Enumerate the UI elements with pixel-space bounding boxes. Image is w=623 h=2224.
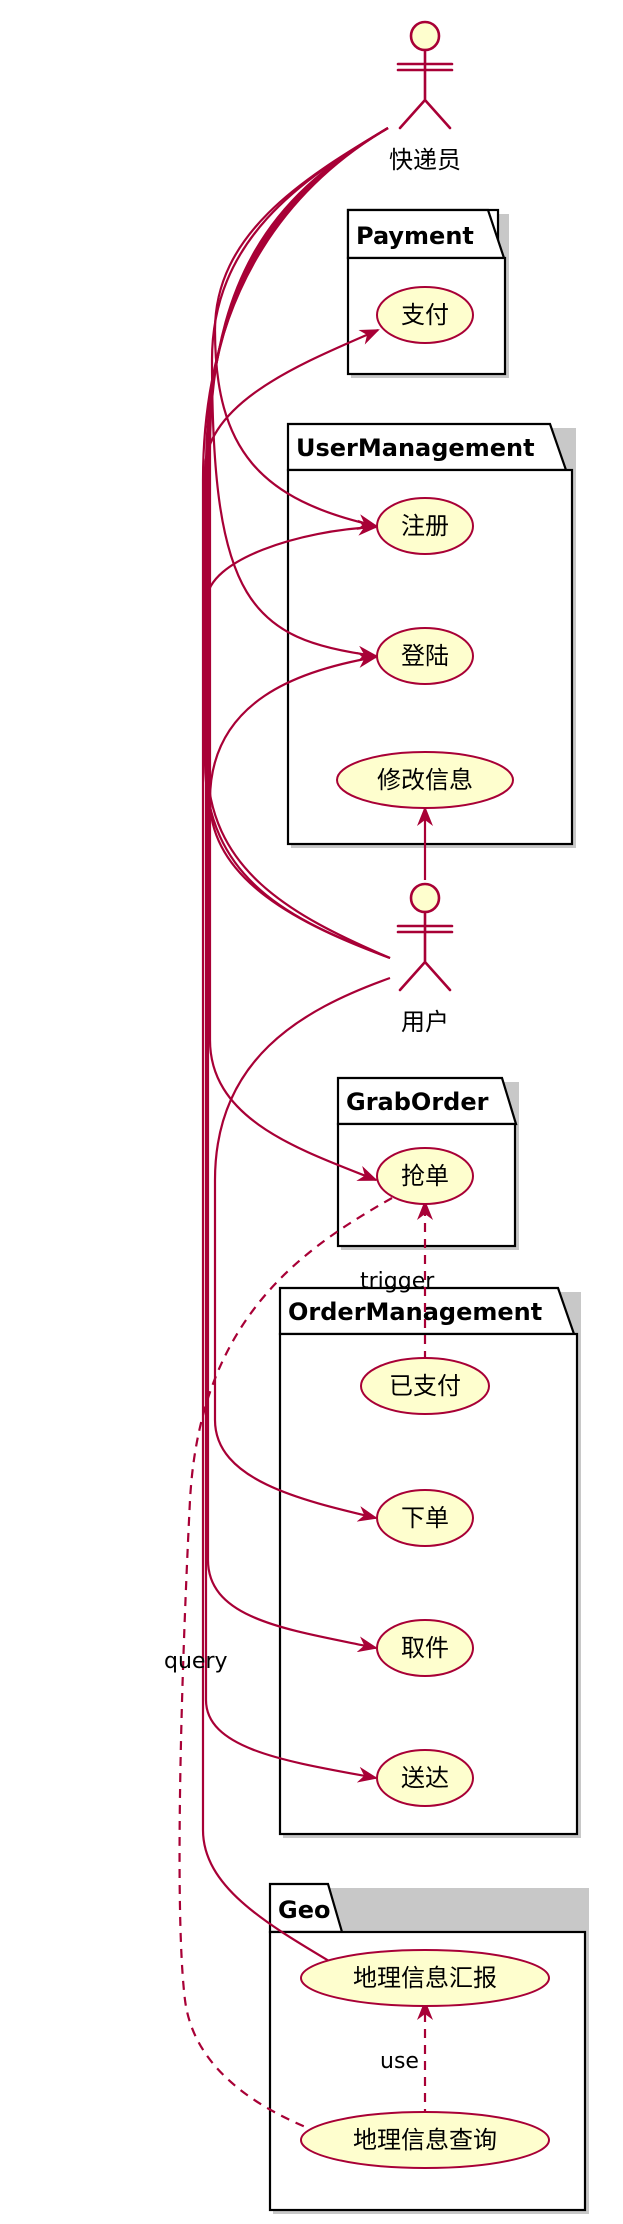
usecase-geo-query-label: 地理信息查询 <box>353 2126 497 2154</box>
usecase-deliver-label: 送达 <box>401 1764 449 1792</box>
package-title-geo: Geo <box>278 1896 330 1924</box>
actor-courier: 快递员 <box>389 20 461 174</box>
package-title-grab-order: GrabOrder <box>346 1088 489 1116</box>
package-title-payment: Payment <box>356 222 474 250</box>
edge-label-use: use <box>380 2049 419 2074</box>
usecase-paid: 已支付 <box>360 1357 490 1415</box>
actor-user-head <box>409 882 441 914</box>
usecase-login: 登陆 <box>376 627 474 685</box>
usecase-geo-report: 地理信息汇报 <box>300 1949 550 2007</box>
usecase-pay-label: 支付 <box>401 301 449 329</box>
usecase-place-order-label: 下单 <box>401 1504 449 1532</box>
use-case-diagram: Payment UserManagement GrabOrder OrderMa… <box>164 20 589 2214</box>
usecase-paid-label: 已支付 <box>389 1372 461 1400</box>
usecase-edit-info-label: 修改信息 <box>377 766 473 794</box>
usecase-grab-label: 抢单 <box>401 1162 449 1190</box>
usecase-pickup: 取件 <box>376 1619 474 1677</box>
usecase-geo-query: 地理信息查询 <box>300 2111 550 2169</box>
usecase-register-label: 注册 <box>401 512 449 540</box>
usecase-pickup-label: 取件 <box>401 1634 449 1662</box>
usecase-register: 注册 <box>376 497 474 555</box>
actor-courier-head <box>409 20 441 52</box>
usecase-geo-report-label: 地理信息汇报 <box>353 1964 497 1992</box>
actor-user-label: 用户 <box>401 1008 449 1036</box>
actor-courier-label: 快递员 <box>389 146 461 174</box>
package-title-order-management: OrderManagement <box>288 1298 542 1326</box>
usecase-pay: 支付 <box>376 286 474 344</box>
usecase-deliver: 送达 <box>376 1749 474 1807</box>
package-title-user-management: UserManagement <box>296 434 535 462</box>
usecase-place-order: 下单 <box>376 1489 474 1547</box>
actor-user: 用户 <box>396 882 454 1036</box>
edge-label-trigger: trigger <box>360 1269 435 1294</box>
edge-label-query: query <box>164 1649 228 1674</box>
usecase-grab: 抢单 <box>376 1147 474 1205</box>
usecase-edit-info: 修改信息 <box>336 751 514 809</box>
usecase-login-label: 登陆 <box>401 642 449 670</box>
